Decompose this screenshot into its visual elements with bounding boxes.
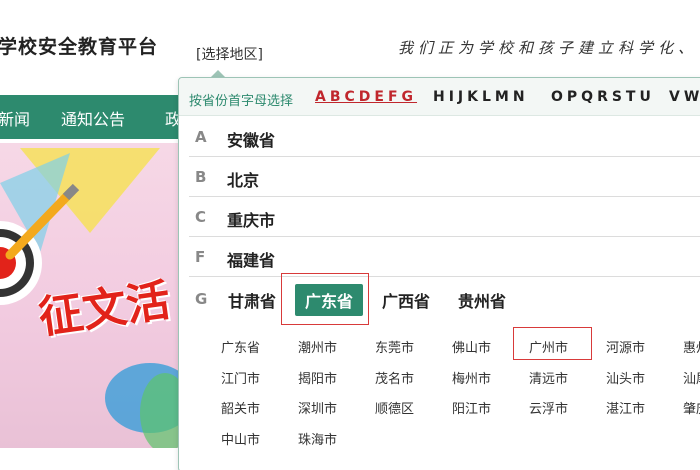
row-letter-g: G	[195, 290, 208, 308]
banner-image[interactable]: 征文活	[0, 143, 180, 448]
city-item[interactable]: 肇庆市	[683, 398, 700, 417]
page: 学校安全教育平台 [选择地区] 我们正为学校和孩子建立科学化、常 新闻 通知公告…	[0, 0, 700, 470]
row-letter: B	[195, 168, 207, 186]
row-letter: A	[195, 128, 207, 146]
province-guizhou[interactable]: 贵州省	[458, 288, 506, 312]
province-gansu[interactable]: 甘肃省	[228, 288, 276, 312]
slogan: 我们正为学校和孩子建立科学化、常	[398, 39, 700, 57]
city-item[interactable]: 潮州市	[298, 337, 337, 356]
province-beijing[interactable]: 北京	[227, 167, 259, 191]
letter-group-a-g[interactable]: ABCDEFG	[315, 89, 417, 105]
site-title: 学校安全教育平台	[0, 36, 159, 58]
city-item[interactable]: 清远市	[529, 368, 568, 387]
nav-item-notices[interactable]: 通知公告	[61, 106, 125, 130]
city-item[interactable]: 汕头市	[606, 368, 645, 387]
city-item[interactable]: 梅州市	[452, 368, 491, 387]
nav-item-news[interactable]: 新闻	[0, 106, 30, 130]
city-item[interactable]: 揭阳市	[298, 368, 337, 387]
region-dropdown-panel: 按省份首字母选择 ABCDEFG HIJKLMN OPQRSTU VWXYZ A…	[178, 77, 700, 470]
row-letter: F	[195, 248, 206, 266]
city-item[interactable]: 云浮市	[529, 398, 568, 417]
city-item[interactable]: 深圳市	[298, 398, 337, 417]
row-letter: C	[195, 208, 207, 226]
province-anhui[interactable]: 安徽省	[227, 127, 275, 151]
selected-province-highlight	[281, 273, 369, 325]
province-row-a: A 安徽省	[189, 117, 700, 157]
city-item[interactable]: 东莞市	[375, 337, 414, 356]
province-chongqing[interactable]: 重庆市	[227, 207, 275, 231]
city-item[interactable]: 中山市	[221, 429, 260, 448]
letter-filter-bar: 按省份首字母选择 ABCDEFG HIJKLMN OPQRSTU VWXYZ	[179, 78, 700, 116]
city-item[interactable]: 阳江市	[452, 398, 491, 417]
city-item[interactable]: 茂名市	[375, 368, 414, 387]
letter-filter-hint: 按省份首字母选择	[189, 94, 294, 109]
letter-group-h-n[interactable]: HIJKLMN	[433, 89, 529, 105]
banner-bottom-strip	[0, 448, 180, 470]
city-item[interactable]: 顺德区	[375, 398, 414, 417]
province-row-f: F 福建省	[189, 237, 700, 277]
city-item[interactable]: 湛江市	[606, 398, 645, 417]
province-guangxi[interactable]: 广西省	[382, 288, 430, 312]
city-item[interactable]: 珠海市	[298, 429, 337, 448]
city-item[interactable]: 惠州市	[683, 337, 700, 356]
selected-city-highlight	[513, 327, 592, 360]
province-row-c: C 重庆市	[189, 197, 700, 237]
letter-group-o-u[interactable]: OPQRSTU	[551, 89, 655, 105]
city-item[interactable]: 广东省	[221, 337, 260, 356]
letter-group-v-z[interactable]: VWXYZ	[669, 89, 700, 105]
region-select-trigger[interactable]: [选择地区]	[196, 44, 263, 64]
city-item[interactable]: 韶关市	[221, 398, 260, 417]
city-item[interactable]: 汕尾市	[683, 368, 700, 387]
province-fujian[interactable]: 福建省	[227, 247, 275, 271]
city-item[interactable]: 佛山市	[452, 337, 491, 356]
city-item[interactable]: 江门市	[221, 368, 260, 387]
province-row-b: B 北京	[189, 157, 700, 197]
city-item[interactable]: 河源市	[606, 337, 645, 356]
